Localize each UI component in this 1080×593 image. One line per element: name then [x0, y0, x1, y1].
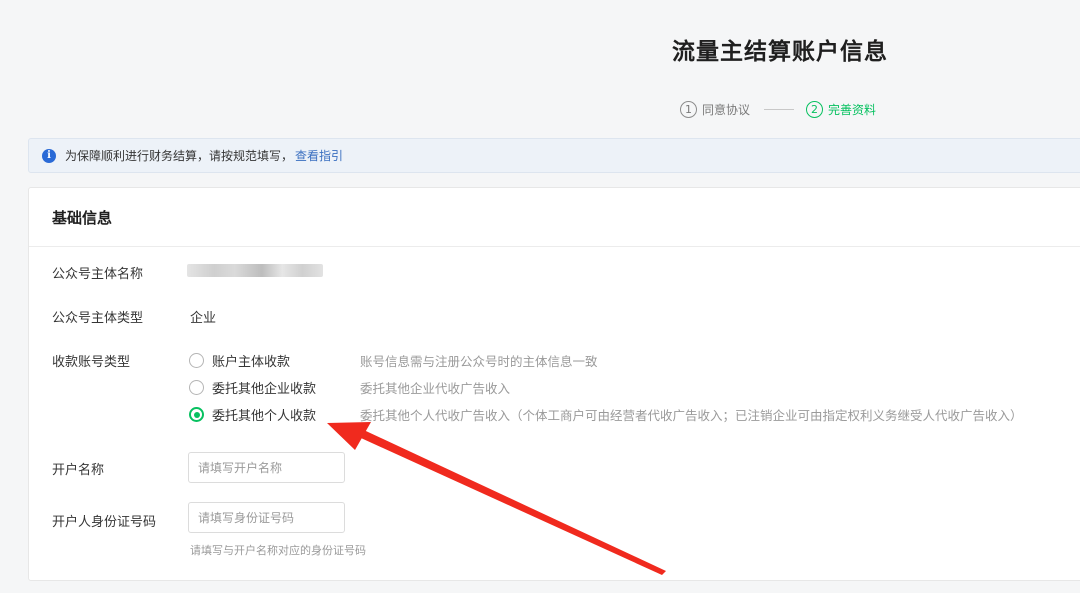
page-title: 流量主结算账户信息	[672, 39, 888, 65]
radio-button[interactable]	[189, 380, 204, 395]
step-indicator: 1 同意协议 2 完善资料	[680, 101, 876, 118]
account-name-label: 开户名称	[52, 463, 105, 478]
id-number-input[interactable]	[188, 502, 345, 533]
radio-label[interactable]: 账户主体收款	[212, 351, 360, 370]
radio-description: 账号信息需与注册公众号时的主体信息一致	[360, 354, 598, 369]
subject-type-label: 公众号主体类型	[52, 311, 144, 326]
step-complete-info: 2 完善资料	[806, 101, 876, 118]
radio-option-company[interactable]: 委托其他企业收款 委托其他企业代收广告收入	[189, 378, 510, 397]
basic-info-card: 基础信息 公众号主体名称 公众号主体类型 企业 收款账号类型 账户主体收款 账号…	[28, 187, 1080, 581]
id-number-label: 开户人身份证号码	[52, 515, 157, 530]
step-agree: 1 同意协议	[680, 101, 750, 118]
subject-name-value-redacted	[187, 264, 323, 277]
notice-bar: i 为保障顺利进行财务结算，请按规范填写， 查看指引	[28, 138, 1080, 173]
subject-type-value: 企业	[190, 311, 217, 326]
radio-label[interactable]: 委托其他个人收款	[212, 405, 360, 424]
radio-button[interactable]	[189, 353, 204, 368]
radio-description: 委托其他企业代收广告收入	[360, 381, 511, 396]
radio-option-subject[interactable]: 账户主体收款 账号信息需与注册公众号时的主体信息一致	[189, 351, 598, 370]
radio-button-checked[interactable]	[189, 407, 204, 422]
id-number-hint: 请填写与开户名称对应的身份证号码	[190, 544, 366, 557]
radio-label[interactable]: 委托其他企业收款	[212, 378, 360, 397]
card-header: 基础信息	[29, 188, 1080, 247]
step-label: 完善资料	[828, 103, 877, 117]
account-type-label: 收款账号类型	[52, 355, 131, 370]
settlement-account-page: 流量主结算账户信息 1 同意协议 2 完善资料 i 为保障顺利进行财务结算，请按…	[0, 0, 1080, 593]
card-title: 基础信息	[52, 208, 113, 227]
step-label: 同意协议	[702, 103, 751, 117]
step-number: 2	[806, 101, 824, 118]
account-name-input[interactable]	[188, 452, 345, 483]
notice-text: 为保障顺利进行财务结算，请按规范填写，	[65, 149, 294, 163]
subject-name-label: 公众号主体名称	[52, 267, 144, 282]
guide-link[interactable]: 查看指引	[295, 147, 343, 164]
radio-description: 委托其他个人代收广告收入（个体工商户可由经营者代收广告收入；已注销企业可由指定权…	[360, 408, 1023, 423]
step-connector	[764, 109, 795, 110]
info-icon: i	[42, 148, 56, 163]
step-number: 1	[680, 101, 697, 118]
radio-option-individual[interactable]: 委托其他个人收款 委托其他个人代收广告收入（个体工商户可由经营者代收广告收入；已…	[189, 405, 1023, 424]
